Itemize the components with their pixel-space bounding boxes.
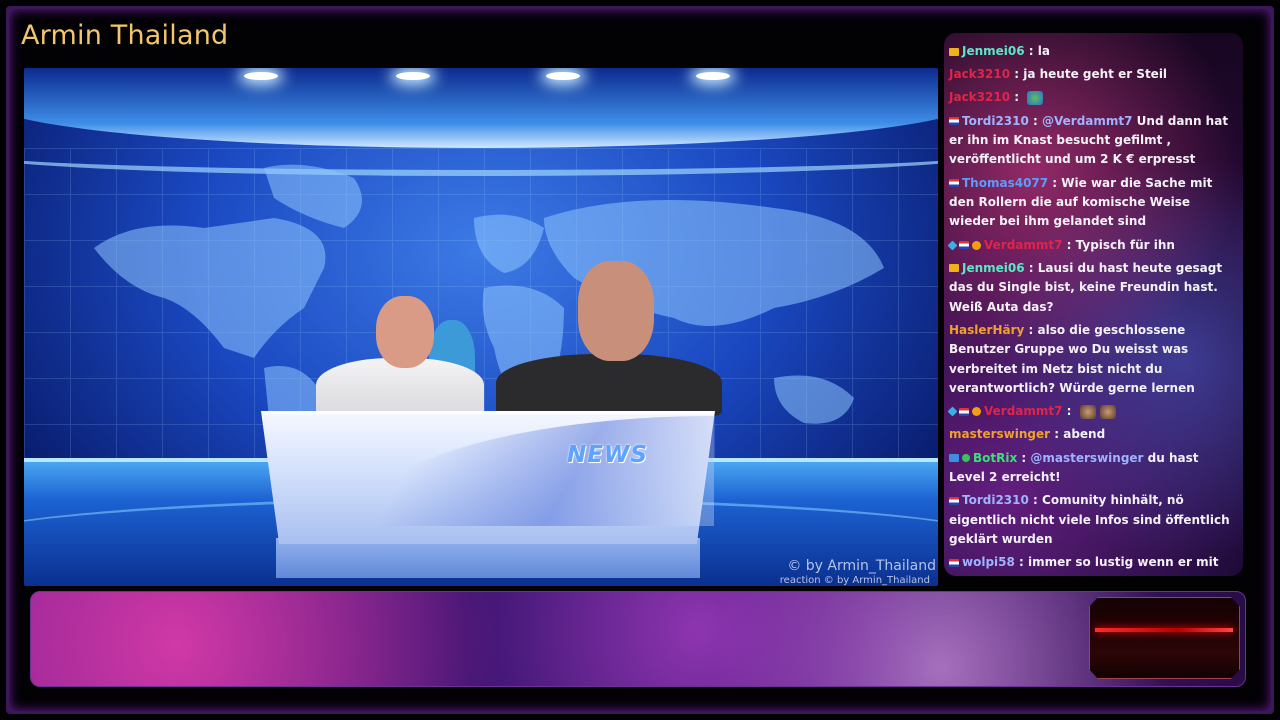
bottom-banner: [30, 591, 1246, 687]
face-emote-icon: [1099, 404, 1116, 419]
gold-badge-icon: [949, 47, 959, 56]
flag-badge-icon: [949, 558, 959, 567]
chat-panel[interactable]: Jenmei06 : la Jack3210 : ja heute geht er…: [944, 33, 1243, 576]
watermark-sub: reaction © by Armin_Thailand: [779, 575, 930, 586]
ceiling-light: [546, 72, 580, 80]
coin-badge-icon: [972, 240, 981, 250]
chat-separator: :: [1014, 555, 1029, 570]
flag-badge-icon: [959, 407, 969, 416]
stream-title: Armin Thailand: [21, 20, 229, 51]
flag-badge-icon: [959, 241, 969, 250]
chat-mention[interactable]: @Verdammt7: [1042, 114, 1137, 128]
flag-badge-icon: [949, 496, 959, 505]
check-badge-icon: [962, 454, 970, 463]
chat-message: HaslerHäry : also die geschlossene Benut…: [949, 321, 1238, 399]
chat-separator: :: [1010, 90, 1024, 105]
chat-message: Verdammt7 :: [947, 402, 1238, 421]
chat-separator: :: [1010, 67, 1024, 82]
chat-text: ja heute geht er Steil: [1023, 67, 1168, 82]
chat-mention[interactable]: @masterswinger: [1030, 451, 1147, 465]
flag-badge-icon: [949, 117, 959, 126]
watermark: © by Armin_Thailand: [787, 558, 936, 574]
host-right-torso: [496, 354, 722, 418]
news-logo: NEWS: [567, 442, 648, 468]
ceiling-light: [244, 72, 278, 80]
chat-separator: :: [1017, 450, 1031, 465]
chat-username[interactable]: wolpi58: [962, 555, 1015, 569]
chat-separator: :: [1024, 260, 1038, 275]
face-emote-icon: [1079, 404, 1096, 419]
chat-message: Jenmei06 : la: [949, 42, 1238, 61]
chat-message: BotRix : @masterswinger du hast Level 2 …: [949, 449, 1238, 488]
chat-username[interactable]: Thomas4077: [962, 176, 1048, 190]
flag-badge-icon: [949, 179, 959, 188]
ceiling-light: [396, 72, 430, 80]
chat-message: Tordi2310 : @Verdammt7 Und dann hat er i…: [949, 112, 1238, 170]
chat-username[interactable]: Tordi2310: [962, 493, 1029, 507]
chat-separator: :: [1024, 322, 1038, 337]
gold-badge-icon: [949, 264, 959, 273]
chat-username[interactable]: Verdammt7: [984, 404, 1062, 418]
chat-username[interactable]: masterswinger: [949, 427, 1050, 441]
chat-username[interactable]: Jenmei06: [962, 261, 1025, 275]
bot-badge-icon: [949, 454, 959, 463]
chat-username[interactable]: Jack3210: [949, 90, 1010, 104]
chat-message: Jack3210 :: [949, 88, 1238, 107]
chat-message: wolpi58 : immer so lustig wenn er mit se…: [949, 553, 1238, 576]
chat-text: la: [1037, 44, 1050, 58]
chat-username[interactable]: HaslerHäry: [949, 323, 1024, 337]
chat-text: abend: [1063, 427, 1106, 442]
chat-separator: :: [1062, 237, 1076, 252]
host-left-head: [376, 296, 434, 368]
chat-username[interactable]: Jack3210: [949, 67, 1010, 81]
globe-emote-icon: [1027, 90, 1044, 105]
chat-message: Jack3210 : ja heute geht er Steil: [949, 65, 1238, 84]
chat-separator: :: [1050, 427, 1064, 442]
chat-message: masterswinger : abend: [949, 425, 1238, 444]
chat-separator: :: [1062, 404, 1076, 419]
chat-separator: :: [1024, 44, 1038, 58]
chat-separator: :: [1028, 493, 1043, 508]
camera-light-streak: [1095, 628, 1233, 632]
chat-username[interactable]: Jenmei06: [962, 44, 1025, 58]
chat-message: Thomas4077 : Wie war die Sache mit den R…: [949, 174, 1238, 232]
chat-message: Jenmei06 : Lausi du hast heute gesagt da…: [949, 259, 1238, 317]
chat-username[interactable]: Verdammt7: [984, 238, 1062, 252]
cube-badge-icon: [947, 240, 958, 251]
desk-reflection: [276, 538, 700, 578]
cube-badge-icon: [947, 406, 958, 417]
coin-badge-icon: [972, 407, 981, 417]
video-player[interactable]: NEWS © by Armin_Thailand reaction © by A…: [24, 68, 938, 586]
host-right-head: [578, 261, 654, 361]
chat-message: Tordi2310 : Comunity hinhält, nö eigentl…: [949, 491, 1238, 549]
camera-thumbnail: [1089, 597, 1240, 679]
chat-username[interactable]: BotRix: [973, 451, 1017, 465]
ceiling-light: [696, 72, 730, 80]
chat-username[interactable]: Tordi2310: [962, 114, 1029, 128]
chat-text: Typisch für ihn: [1075, 237, 1175, 252]
chat-separator: :: [1028, 113, 1043, 128]
chat-separator: :: [1048, 175, 1062, 190]
chat-message-list: Jenmei06 : la Jack3210 : ja heute geht er…: [944, 33, 1243, 576]
chat-message: Verdammt7 : Typisch für ihn: [947, 236, 1238, 255]
